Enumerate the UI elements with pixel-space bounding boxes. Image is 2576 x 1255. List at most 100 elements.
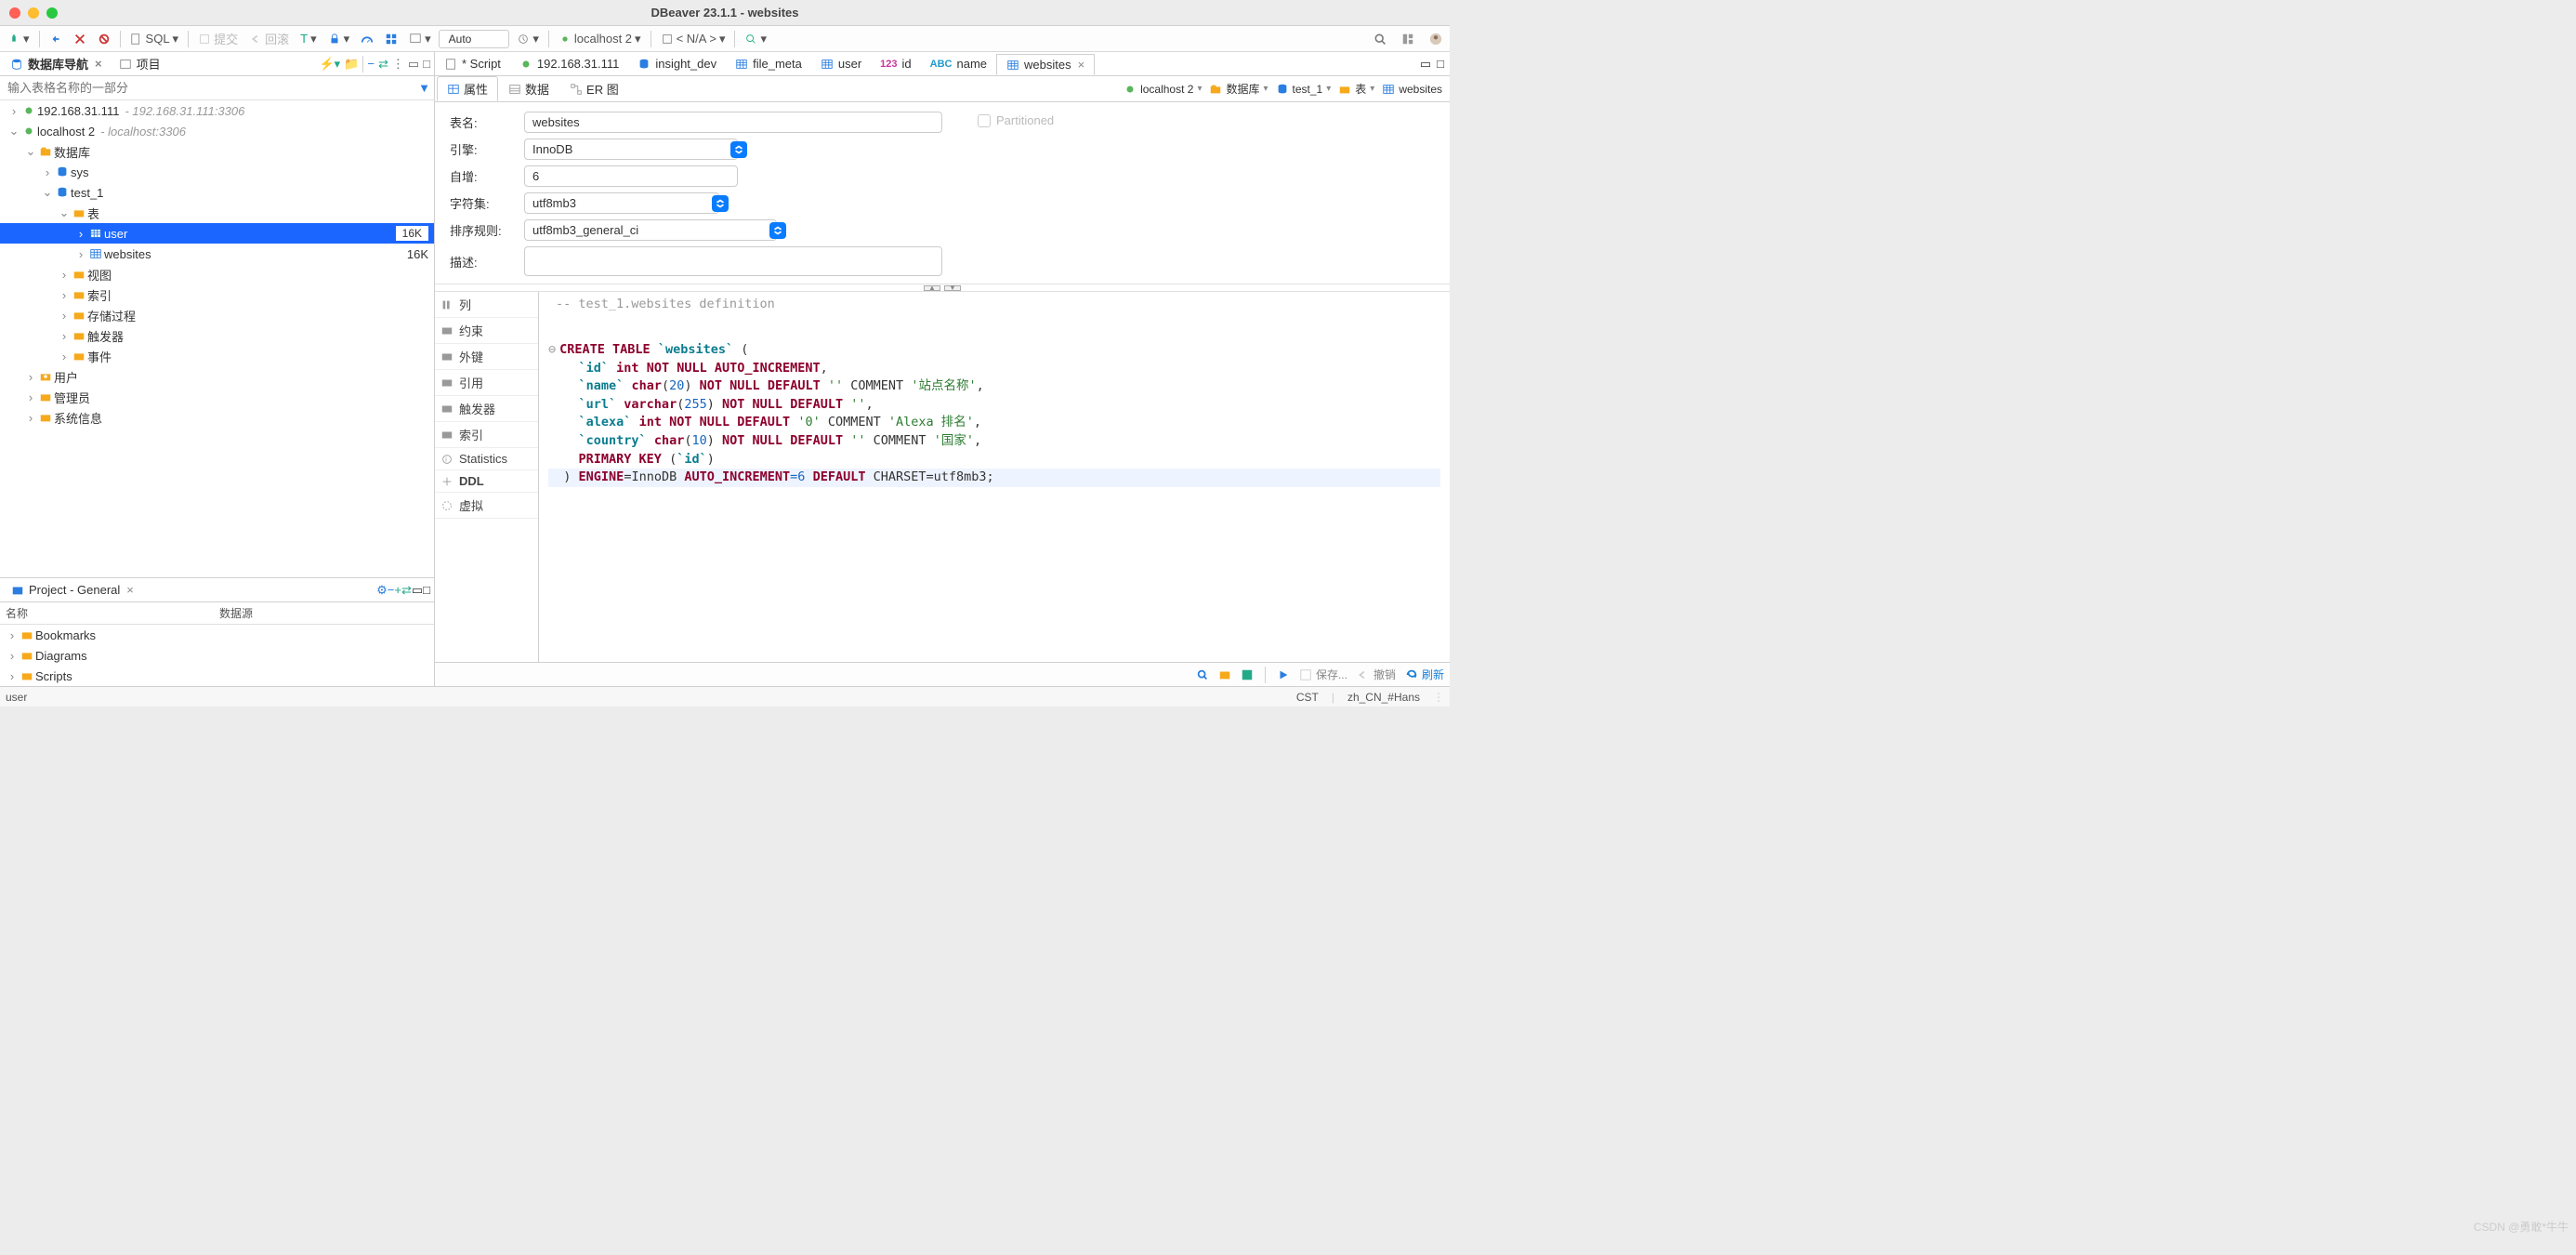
close-icon[interactable]: × [95, 57, 102, 71]
detail-nav-item[interactable]: 虚拟 [435, 493, 538, 519]
close-icon[interactable]: × [1078, 58, 1085, 72]
collapse-icon[interactable]: − [365, 55, 376, 73]
editor-tab[interactable]: * Script [435, 54, 510, 73]
tree-row[interactable]: ›192.168.31.111- 192.168.31.111:3306 [0, 100, 434, 121]
tree-row[interactable]: ⌄test_1 [0, 182, 434, 203]
undo-button[interactable]: 撤销 [1357, 667, 1396, 682]
connect-button[interactable] [46, 32, 66, 46]
project-item[interactable]: ›Bookmarks [0, 625, 434, 645]
chevron-updown-icon[interactable] [712, 195, 729, 212]
tx-button[interactable]: T▾ [296, 31, 320, 47]
input-description[interactable] [524, 246, 942, 276]
tree-row[interactable]: ›sys [0, 162, 434, 182]
query-icon[interactable]: ▾ [405, 31, 435, 47]
select-collation[interactable]: utf8mb3_general_ci [524, 219, 777, 241]
splitter-grip[interactable]: ▲▼ [435, 284, 1450, 292]
ddl-editor[interactable]: -- test_1.websites definition ⊖CREATE TA… [539, 292, 1450, 662]
tree-row[interactable]: ⌄表 [0, 203, 434, 223]
tree-row[interactable]: ›视图 [0, 264, 434, 284]
tree-row[interactable]: ›用户 [0, 366, 434, 387]
close-icon[interactable]: × [126, 583, 134, 597]
editor-tab[interactable]: user [811, 54, 871, 73]
link-icon[interactable]: ⇄ [401, 583, 412, 598]
gear-icon[interactable]: ⚙ [376, 583, 388, 598]
user-avatar-icon[interactable] [1426, 32, 1446, 46]
subtab-data[interactable]: 数据 [498, 76, 559, 101]
editor-tab[interactable]: ABCname [921, 54, 996, 73]
project-item[interactable]: ›Scripts [0, 666, 434, 686]
tree-row[interactable]: ›user16K [0, 223, 434, 244]
tree-row[interactable]: ›系统信息 [0, 407, 434, 428]
detail-nav-item[interactable]: iStatistics [435, 448, 538, 470]
select-engine[interactable]: InnoDB [524, 139, 738, 160]
perspective-icon[interactable] [1398, 32, 1418, 46]
subtab-properties[interactable]: 属性 [437, 76, 498, 101]
detail-nav-item[interactable]: 列 [435, 292, 538, 318]
tab-projects[interactable]: 项目 [111, 51, 169, 76]
editor-tab[interactable]: insight_dev [628, 54, 726, 73]
detail-nav-item[interactable]: DDL [435, 470, 538, 493]
zoom-window-icon[interactable] [46, 7, 58, 19]
detail-nav-item[interactable]: 约束 [435, 318, 538, 344]
filter-icon[interactable]: ▼ [418, 81, 430, 95]
input-autoincrement[interactable]: 6 [524, 165, 738, 187]
maximize-panel-icon[interactable]: □ [423, 583, 430, 597]
new-folder-icon[interactable]: 📁 [342, 55, 361, 73]
editor-tab[interactable]: file_meta [726, 54, 811, 73]
chevron-updown-icon[interactable] [730, 141, 747, 158]
detail-nav-item[interactable]: 触发器 [435, 396, 538, 422]
connect-tree-icon[interactable]: ⚡▾ [317, 55, 342, 73]
detail-nav-item[interactable]: 引用 [435, 370, 538, 396]
sql-editor-button[interactable]: SQL▾ [126, 31, 183, 47]
filter-input[interactable] [4, 78, 418, 98]
minimize-window-icon[interactable] [28, 7, 39, 19]
rollback-button[interactable]: 回滚 [245, 29, 293, 48]
detail-nav-item[interactable]: 索引 [435, 422, 538, 448]
tree-row[interactable]: ›websites16K [0, 244, 434, 264]
disconnect-button[interactable] [70, 32, 90, 46]
editor-tab[interactable]: 123id [871, 54, 920, 73]
invalidate-button[interactable] [94, 32, 114, 46]
project-panel-tab[interactable]: Project - General× [4, 580, 141, 600]
search-ddl-icon[interactable] [1196, 668, 1209, 681]
breadcrumb-item[interactable]: websites [1382, 81, 1442, 97]
search-toolbar-icon[interactable]: ▾ [741, 31, 770, 47]
lock-button[interactable]: ▾ [324, 31, 354, 47]
breadcrumb-item[interactable]: 数据库▾ [1209, 81, 1268, 97]
tab-db-navigator[interactable]: 数据库导航× [2, 51, 111, 76]
tree-row[interactable]: ›事件 [0, 346, 434, 366]
tree-row[interactable]: ›索引 [0, 284, 434, 305]
tree-row[interactable]: ›管理员 [0, 387, 434, 407]
commit-mode-select[interactable]: Auto [439, 30, 510, 48]
link-icon[interactable]: ⇄ [376, 55, 390, 73]
subtab-erd[interactable]: ER 图 [559, 76, 629, 101]
new-connection-button[interactable]: ▾ [4, 31, 33, 47]
search-icon[interactable] [1370, 32, 1390, 46]
detail-nav-item[interactable]: 外键 [435, 344, 538, 370]
open-icon[interactable] [1218, 668, 1231, 681]
tree-row[interactable]: ⌄数据库 [0, 141, 434, 162]
project-tree[interactable]: ›Bookmarks›Diagrams›Scripts [0, 625, 434, 686]
breadcrumb-item[interactable]: localhost 2▾ [1124, 81, 1202, 97]
minimize-panel-icon[interactable]: ▭ [1420, 57, 1431, 72]
breadcrumb-item[interactable]: test_1▾ [1276, 81, 1332, 97]
refresh-button[interactable]: 刷新 [1405, 667, 1444, 682]
editor-tab[interactable]: 192.168.31.111 [510, 54, 628, 73]
add-icon[interactable]: + [394, 583, 401, 597]
grid-icon[interactable] [381, 32, 401, 46]
connection-selector[interactable]: localhost 2 ▾ [555, 31, 645, 47]
maximize-panel-icon[interactable]: □ [1437, 57, 1444, 72]
save-button[interactable]: 保存... [1299, 667, 1347, 682]
commit-button[interactable]: 提交 [194, 29, 242, 48]
minimize-panel-icon[interactable]: ▭ [412, 583, 423, 598]
history-icon[interactable]: ▾ [513, 31, 543, 47]
close-window-icon[interactable] [9, 7, 20, 19]
project-item[interactable]: ›Diagrams [0, 645, 434, 666]
schema-selector[interactable]: < N/A > ▾ [657, 31, 729, 47]
tree-row[interactable]: ›触发器 [0, 325, 434, 346]
minimize-panel-icon[interactable]: ▭ [406, 55, 421, 73]
nav-tree[interactable]: ›192.168.31.111- 192.168.31.111:3306⌄loc… [0, 100, 434, 577]
dashboard-icon[interactable] [357, 32, 377, 46]
editor-tab[interactable]: websites× [996, 54, 1095, 75]
collapse-icon[interactable]: − [388, 583, 395, 597]
